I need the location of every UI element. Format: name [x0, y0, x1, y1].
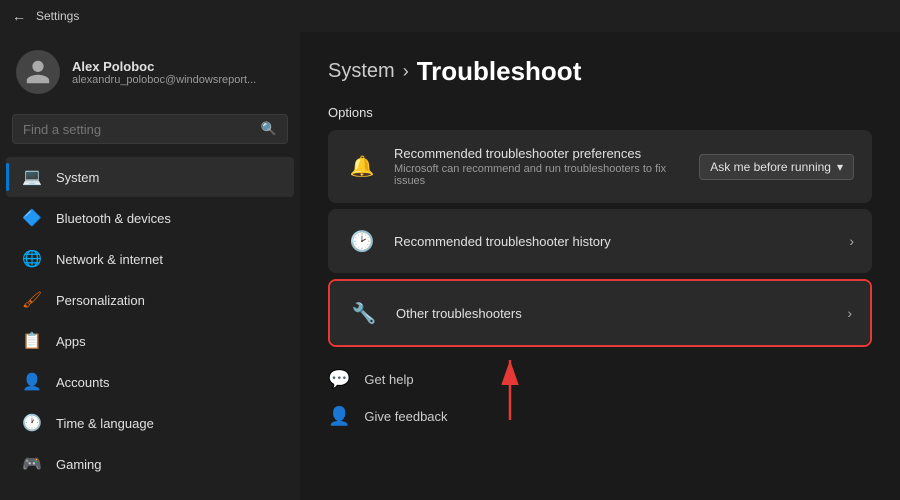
card-title-other-troubleshooters: Other troubleshooters [396, 306, 831, 321]
network-icon: 🌐 [22, 249, 42, 269]
bottom-link-get-help[interactable]: 💬 Get help [328, 361, 872, 398]
breadcrumb-current: Troubleshoot [417, 56, 582, 87]
card-desc-recommended-prefs: Microsoft can recommend and run troubles… [394, 163, 683, 187]
card-recommended-prefs: 🔔 Recommended troubleshooter preferences… [328, 130, 872, 203]
breadcrumb: System › Troubleshoot [328, 56, 872, 87]
sidebar-label-apps: Apps [56, 334, 86, 349]
get-help-icon: 💬 [328, 369, 350, 390]
sidebar-label-system: System [56, 170, 99, 185]
sidebar-label-accounts: Accounts [56, 375, 109, 390]
breadcrumb-separator: › [403, 61, 409, 82]
search-box[interactable]: 🔍 [12, 114, 288, 144]
chevron-icon-other-troubleshooters: › [847, 305, 852, 321]
sidebar-label-personalization: Personalization [56, 293, 145, 308]
card-row-recommended-prefs[interactable]: 🔔 Recommended troubleshooter preferences… [328, 130, 872, 203]
dropdown-recommended-prefs[interactable]: Ask me before running ▾ [699, 154, 854, 180]
bottom-link-label-get-help: Get help [364, 372, 413, 387]
content-area: System › Troubleshoot Options 🔔 Recommen… [300, 32, 900, 500]
sidebar-label-time: Time & language [56, 416, 154, 431]
sidebar-item-bluetooth[interactable]: 🔷 Bluetooth & devices [6, 198, 294, 238]
sidebar-item-system[interactable]: 💻 System [6, 157, 294, 197]
user-info: Alex Poloboc alexandru_poloboc@windowsre… [72, 59, 256, 86]
avatar-icon [24, 58, 52, 86]
apps-icon: 📋 [22, 331, 42, 351]
card-icon-troubleshooter-history: 🕑 [346, 225, 378, 257]
sidebar: Alex Poloboc alexandru_poloboc@windowsre… [0, 32, 300, 500]
card-text-recommended-prefs: Recommended troubleshooter preferences M… [394, 146, 683, 187]
sidebar-item-apps[interactable]: 📋 Apps [6, 321, 294, 361]
sidebar-label-bluetooth: Bluetooth & devices [56, 211, 171, 226]
give-feedback-icon: 👤 [328, 406, 350, 427]
sidebar-item-network[interactable]: 🌐 Network & internet [6, 239, 294, 279]
sidebar-label-network: Network & internet [56, 252, 163, 267]
bottom-links: 💬 Get help 👤 Give feedback [328, 361, 872, 435]
main-layout: Alex Poloboc alexandru_poloboc@windowsre… [0, 32, 900, 500]
user-profile[interactable]: Alex Poloboc alexandru_poloboc@windowsre… [0, 32, 300, 108]
card-icon-other-troubleshooters: 🔧 [348, 297, 380, 329]
sidebar-item-time[interactable]: 🕐 Time & language [6, 403, 294, 443]
cards-container: 🔔 Recommended troubleshooter preferences… [328, 130, 872, 347]
user-email: alexandru_poloboc@windowsreport... [72, 74, 256, 86]
card-other-troubleshooters: 🔧 Other troubleshooters › [328, 279, 872, 347]
card-icon-recommended-prefs: 🔔 [346, 151, 378, 183]
search-input[interactable] [23, 122, 253, 137]
user-name: Alex Poloboc [72, 59, 256, 74]
sidebar-item-accounts[interactable]: 👤 Accounts [6, 362, 294, 402]
card-action-recommended-prefs: Ask me before running ▾ [699, 154, 854, 180]
personalization-icon: 🖌 [22, 290, 42, 310]
search-container: 🔍 [0, 108, 300, 156]
section-label: Options [328, 105, 872, 120]
back-button[interactable]: ← [12, 8, 26, 24]
search-icon: 🔍 [261, 121, 277, 137]
bottom-link-give-feedback[interactable]: 👤 Give feedback [328, 398, 872, 435]
card-text-other-troubleshooters: Other troubleshooters [396, 306, 831, 321]
time-icon: 🕐 [22, 413, 42, 433]
bluetooth-icon: 🔷 [22, 208, 42, 228]
accounts-icon: 👤 [22, 372, 42, 392]
dropdown-chevron-icon: ▾ [837, 160, 843, 174]
sidebar-item-gaming[interactable]: 🎮 Gaming [6, 444, 294, 484]
card-text-troubleshooter-history: Recommended troubleshooter history [394, 234, 833, 249]
title-bar-label: Settings [36, 9, 79, 23]
card-row-troubleshooter-history[interactable]: 🕑 Recommended troubleshooter history › [328, 209, 872, 273]
sidebar-item-personalization[interactable]: 🖌 Personalization [6, 280, 294, 320]
nav-list: 💻 System 🔷 Bluetooth & devices 🌐 Network… [0, 156, 300, 485]
breadcrumb-parent: System [328, 60, 395, 83]
title-bar: ← Settings [0, 0, 900, 32]
gaming-icon: 🎮 [22, 454, 42, 474]
bottom-link-label-give-feedback: Give feedback [364, 409, 447, 424]
card-title-troubleshooter-history: Recommended troubleshooter history [394, 234, 833, 249]
card-troubleshooter-history: 🕑 Recommended troubleshooter history › [328, 209, 872, 273]
card-title-recommended-prefs: Recommended troubleshooter preferences [394, 146, 683, 161]
sidebar-label-gaming: Gaming [56, 457, 102, 472]
dropdown-label-recommended-prefs: Ask me before running [710, 160, 831, 174]
chevron-icon-troubleshooter-history: › [849, 233, 854, 249]
avatar [16, 50, 60, 94]
card-row-other-troubleshooters[interactable]: 🔧 Other troubleshooters › [330, 281, 870, 345]
system-icon: 💻 [22, 167, 42, 187]
